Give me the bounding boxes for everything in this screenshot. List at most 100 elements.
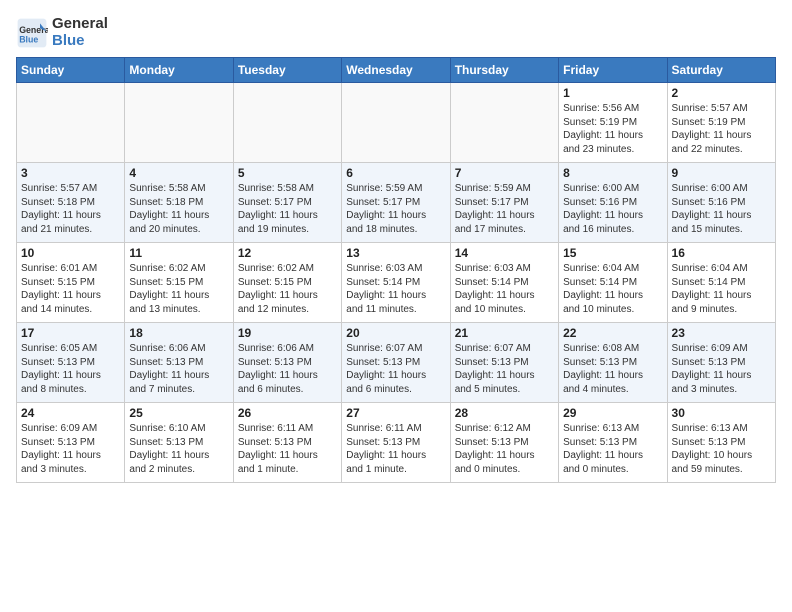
day-info: Sunrise: 5:58 AM Sunset: 5:17 PM Dayligh… — [238, 182, 337, 236]
day-info: Sunrise: 6:03 AM Sunset: 5:14 PM Dayligh… — [346, 262, 445, 316]
day-number: 21 — [455, 326, 554, 340]
day-info: Sunrise: 6:11 AM Sunset: 5:13 PM Dayligh… — [346, 422, 445, 476]
day-info: Sunrise: 6:04 AM Sunset: 5:14 PM Dayligh… — [563, 262, 662, 316]
day-number: 5 — [238, 166, 337, 180]
calendar-empty — [125, 83, 233, 163]
day-info: Sunrise: 6:02 AM Sunset: 5:15 PM Dayligh… — [129, 262, 228, 316]
day-info: Sunrise: 6:01 AM Sunset: 5:15 PM Dayligh… — [21, 262, 120, 316]
day-number: 27 — [346, 406, 445, 420]
calendar-empty — [17, 83, 125, 163]
calendar-day-26: 26Sunrise: 6:11 AM Sunset: 5:13 PM Dayli… — [233, 403, 341, 483]
day-info: Sunrise: 6:13 AM Sunset: 5:13 PM Dayligh… — [672, 422, 771, 476]
calendar-day-11: 11 Sunrise: 6:02 AM Sunset: 5:15 PM Dayli… — [125, 243, 233, 323]
day-number: 28 — [455, 406, 554, 420]
day-number: 12 — [238, 246, 337, 260]
calendar-day-28: 28 Sunrise: 6:12 AM Sunset: 5:13 PM Dayli… — [450, 403, 558, 483]
day-number: 10 — [21, 246, 120, 260]
calendar-empty — [233, 83, 341, 163]
calendar-day-13: 13 Sunrise: 6:03 AM Sunset: 5:14 PM Dayli… — [342, 243, 450, 323]
day-info: Sunrise: 6:10 AM Sunset: 5:13 PM Dayligh… — [129, 422, 228, 476]
weekday-header-friday: Friday — [559, 58, 667, 83]
calendar-day-1: 1 Sunrise: 5:56 AM Sunset: 5:19 PM Daylig… — [559, 83, 667, 163]
day-number: 17 — [21, 326, 120, 340]
calendar-empty — [342, 83, 450, 163]
logo-text: GeneralBlue — [52, 16, 108, 49]
day-number: 2 — [672, 86, 771, 100]
calendar-day-7: 7Sunrise: 5:59 AM Sunset: 5:17 PM Daylig… — [450, 163, 558, 243]
calendar-week-row-4: 17 Sunrise: 6:05 AM Sunset: 5:13 PM Dayli… — [17, 323, 776, 403]
day-number: 7 — [455, 166, 554, 180]
day-info: Sunrise: 6:12 AM Sunset: 5:13 PM Dayligh… — [455, 422, 554, 476]
day-number: 29 — [563, 406, 662, 420]
logo: General Blue GeneralBlue — [16, 16, 108, 49]
calendar-day-3: 3 Sunrise: 5:57 AM Sunset: 5:18 PM Daylig… — [17, 163, 125, 243]
day-info: Sunrise: 6:00 AM Sunset: 5:16 PM Dayligh… — [672, 182, 771, 236]
day-number: 24 — [21, 406, 120, 420]
day-number: 20 — [346, 326, 445, 340]
day-info: Sunrise: 5:57 AM Sunset: 5:18 PM Dayligh… — [21, 182, 120, 236]
calendar-day-12: 12 Sunrise: 6:02 AM Sunset: 5:15 PM Dayli… — [233, 243, 341, 323]
day-number: 18 — [129, 326, 228, 340]
day-number: 26 — [238, 406, 337, 420]
calendar-day-8: 8 Sunrise: 6:00 AM Sunset: 5:16 PM Daylig… — [559, 163, 667, 243]
day-number: 3 — [21, 166, 120, 180]
day-number: 22 — [563, 326, 662, 340]
day-number: 25 — [129, 406, 228, 420]
day-info: Sunrise: 6:07 AM Sunset: 5:13 PM Dayligh… — [346, 342, 445, 396]
day-number: 8 — [563, 166, 662, 180]
calendar-day-9: 9 Sunrise: 6:00 AM Sunset: 5:16 PM Daylig… — [667, 163, 775, 243]
calendar-day-18: 18 Sunrise: 6:06 AM Sunset: 5:13 PM Dayli… — [125, 323, 233, 403]
calendar-day-24: 24 Sunrise: 6:09 AM Sunset: 5:13 PM Dayli… — [17, 403, 125, 483]
day-info: Sunrise: 6:05 AM Sunset: 5:13 PM Dayligh… — [21, 342, 120, 396]
day-number: 11 — [129, 246, 228, 260]
day-info: Sunrise: 5:57 AM Sunset: 5:19 PM Dayligh… — [672, 102, 771, 156]
calendar-week-row-5: 24 Sunrise: 6:09 AM Sunset: 5:13 PM Dayli… — [17, 403, 776, 483]
calendar-week-row-2: 3 Sunrise: 5:57 AM Sunset: 5:18 PM Daylig… — [17, 163, 776, 243]
day-number: 15 — [563, 246, 662, 260]
calendar-day-19: 19 Sunrise: 6:06 AM Sunset: 5:13 PM Dayli… — [233, 323, 341, 403]
day-info: Sunrise: 6:06 AM Sunset: 5:13 PM Dayligh… — [238, 342, 337, 396]
day-number: 16 — [672, 246, 771, 260]
weekday-header-tuesday: Tuesday — [233, 58, 341, 83]
day-info: Sunrise: 6:00 AM Sunset: 5:16 PM Dayligh… — [563, 182, 662, 236]
calendar-day-29: 29 Sunrise: 6:13 AM Sunset: 5:13 PM Dayli… — [559, 403, 667, 483]
day-number: 1 — [563, 86, 662, 100]
day-number: 4 — [129, 166, 228, 180]
day-info: Sunrise: 5:59 AM Sunset: 5:17 PM Dayligh… — [346, 182, 445, 236]
calendar-week-row-3: 10 Sunrise: 6:01 AM Sunset: 5:15 PM Dayli… — [17, 243, 776, 323]
calendar-day-30: 30 Sunrise: 6:13 AM Sunset: 5:13 PM Dayli… — [667, 403, 775, 483]
day-number: 13 — [346, 246, 445, 260]
day-info: Sunrise: 6:04 AM Sunset: 5:14 PM Dayligh… — [672, 262, 771, 316]
weekday-header-row: SundayMondayTuesdayWednesdayThursdayFrid… — [17, 58, 776, 83]
calendar-day-22: 22 Sunrise: 6:08 AM Sunset: 5:13 PM Dayli… — [559, 323, 667, 403]
weekday-header-thursday: Thursday — [450, 58, 558, 83]
day-info: Sunrise: 5:58 AM Sunset: 5:18 PM Dayligh… — [129, 182, 228, 236]
calendar-day-20: 20 Sunrise: 6:07 AM Sunset: 5:13 PM Dayli… — [342, 323, 450, 403]
day-number: 6 — [346, 166, 445, 180]
day-info: Sunrise: 6:09 AM Sunset: 5:13 PM Dayligh… — [672, 342, 771, 396]
header: General Blue GeneralBlue — [16, 16, 776, 49]
day-info: Sunrise: 5:56 AM Sunset: 5:19 PM Dayligh… — [563, 102, 662, 156]
calendar-day-4: 4 Sunrise: 5:58 AM Sunset: 5:18 PM Daylig… — [125, 163, 233, 243]
day-number: 19 — [238, 326, 337, 340]
weekday-header-sunday: Sunday — [17, 58, 125, 83]
weekday-header-wednesday: Wednesday — [342, 58, 450, 83]
calendar-day-15: 15 Sunrise: 6:04 AM Sunset: 5:14 PM Dayli… — [559, 243, 667, 323]
day-info: Sunrise: 6:09 AM Sunset: 5:13 PM Dayligh… — [21, 422, 120, 476]
logo-icon: General Blue — [16, 17, 48, 49]
day-info: Sunrise: 6:03 AM Sunset: 5:14 PM Dayligh… — [455, 262, 554, 316]
day-info: Sunrise: 6:08 AM Sunset: 5:13 PM Dayligh… — [563, 342, 662, 396]
day-number: 9 — [672, 166, 771, 180]
day-number: 30 — [672, 406, 771, 420]
day-info: Sunrise: 6:02 AM Sunset: 5:15 PM Dayligh… — [238, 262, 337, 316]
calendar-day-2: 2 Sunrise: 5:57 AM Sunset: 5:19 PM Daylig… — [667, 83, 775, 163]
calendar: SundayMondayTuesdayWednesdayThursdayFrid… — [16, 57, 776, 483]
day-info: Sunrise: 6:13 AM Sunset: 5:13 PM Dayligh… — [563, 422, 662, 476]
calendar-day-25: 25 Sunrise: 6:10 AM Sunset: 5:13 PM Dayli… — [125, 403, 233, 483]
calendar-day-21: 21Sunrise: 6:07 AM Sunset: 5:13 PM Dayli… — [450, 323, 558, 403]
calendar-day-5: 5 Sunrise: 5:58 AM Sunset: 5:17 PM Daylig… — [233, 163, 341, 243]
weekday-header-saturday: Saturday — [667, 58, 775, 83]
calendar-day-17: 17 Sunrise: 6:05 AM Sunset: 5:13 PM Dayli… — [17, 323, 125, 403]
day-number: 23 — [672, 326, 771, 340]
day-info: Sunrise: 6:06 AM Sunset: 5:13 PM Dayligh… — [129, 342, 228, 396]
